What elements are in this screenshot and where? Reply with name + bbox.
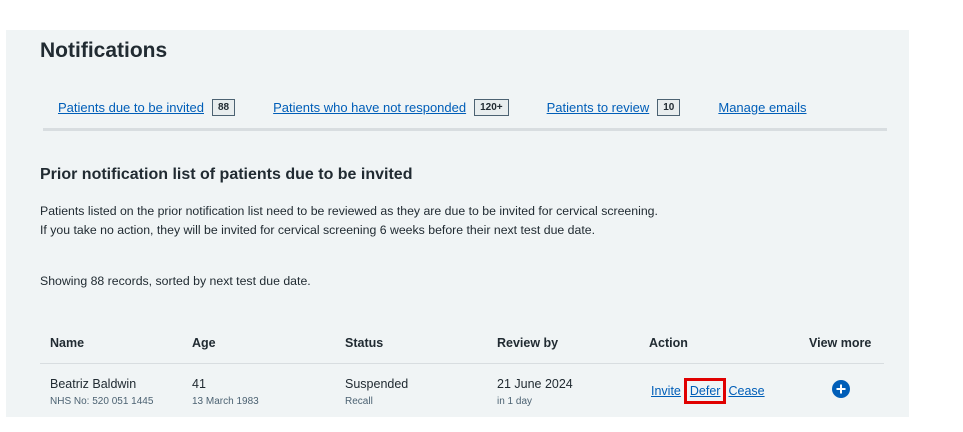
tab-link-not-responded[interactable]: Patients who have not responded (273, 100, 466, 115)
column-header-age: Age (192, 336, 216, 350)
tab-patients-due-to-be-invited[interactable]: Patients due to be invited 88 (58, 98, 236, 116)
column-header-review-by: Review by (497, 336, 559, 350)
column-header-name: Name (50, 336, 85, 350)
tab-link-due-to-be-invited[interactable]: Patients due to be invited (58, 100, 204, 115)
defer-link[interactable]: Defer (690, 384, 721, 398)
tabs-divider (43, 128, 887, 131)
patient-date-of-birth: 13 March 1983 (192, 396, 259, 407)
invite-link[interactable]: Invite (651, 384, 681, 398)
defer-highlight-box: Defer (683, 378, 727, 404)
cease-link[interactable]: Cease (728, 384, 764, 398)
page-title: Notifications (40, 39, 168, 62)
notification-tabs: Patients due to be invited 88 Patients w… (58, 97, 845, 117)
record-summary: Showing 88 records, sorted by next test … (40, 274, 311, 288)
plus-circle-icon[interactable] (832, 380, 850, 398)
row-actions: Invite Defer Cease (651, 378, 765, 404)
patient-name: Beatriz Baldwin (50, 377, 137, 391)
patient-status: Suspended (345, 377, 409, 391)
notifications-panel: Notifications Patients due to be invited… (6, 30, 909, 417)
patient-age: 41 (192, 377, 206, 391)
table-row: Beatriz Baldwin NHS No: 520 051 1445 41 … (40, 364, 884, 416)
column-header-view-more: View more (809, 336, 872, 350)
tab-link-to-review[interactable]: Patients to review (547, 100, 650, 115)
tab-count-badge: 88 (212, 98, 236, 116)
tab-manage-emails[interactable]: Manage emails (718, 100, 806, 115)
tab-patients-not-responded[interactable]: Patients who have not responded 120+ (273, 98, 509, 116)
patient-nhs-number: NHS No: 520 051 1445 (50, 396, 154, 407)
column-header-status: Status (345, 336, 384, 350)
tab-count-badge: 120+ (474, 98, 509, 116)
review-by-date: 21 June 2024 (497, 377, 573, 391)
review-by-relative: in 1 day (497, 396, 533, 407)
tab-link-manage-emails[interactable]: Manage emails (718, 100, 806, 115)
section-heading: Prior notification list of patients due … (40, 166, 413, 183)
table-header-row: Name Age Status Review by Action View mo… (40, 330, 884, 364)
patient-status-reason: Recall (345, 396, 373, 407)
column-header-action: Action (649, 336, 688, 350)
section-description: Patients listed on the prior notificatio… (40, 204, 658, 237)
tab-count-badge: 10 (657, 98, 681, 116)
tab-patients-to-review[interactable]: Patients to review 10 (547, 98, 681, 116)
patients-table: Name Age Status Review by Action View mo… (40, 330, 884, 416)
